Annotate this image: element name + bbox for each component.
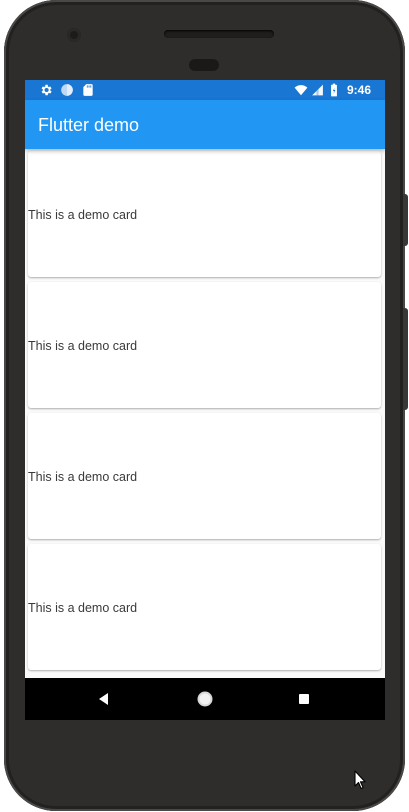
app-bar: Flutter demo <box>25 100 385 149</box>
demo-card[interactable]: This is a demo card <box>28 151 381 277</box>
home-icon[interactable] <box>192 686 218 712</box>
power-button <box>403 194 408 246</box>
app-title: Flutter demo <box>38 115 140 135</box>
card-text: This is a demo card <box>28 470 138 484</box>
card-text: This is a demo card <box>28 601 138 615</box>
wifi-icon <box>294 85 308 96</box>
demo-card[interactable]: This is a demo card <box>28 544 381 670</box>
card-text: This is a demo card <box>28 339 138 353</box>
status-bar: 9:46 <box>25 80 385 100</box>
sync-icon <box>61 84 73 96</box>
front-camera <box>67 28 81 42</box>
recents-icon[interactable] <box>291 686 317 712</box>
cell-signal-icon <box>312 84 323 96</box>
proximity-sensor <box>189 59 219 71</box>
status-time: 9:46 <box>346 83 371 97</box>
sd-card-icon <box>83 84 93 96</box>
card-text: This is a demo card <box>28 208 138 222</box>
settings-icon <box>41 84 52 96</box>
phone-screen: 9:46 Flutter demo This is a demo card Th… <box>25 80 385 720</box>
device-stage: 9:46 Flutter demo This is a demo card Th… <box>0 0 409 812</box>
demo-card[interactable]: This is a demo card <box>28 282 381 408</box>
earpiece-speaker <box>164 30 274 38</box>
card-list[interactable]: This is a demo card This is a demo card … <box>25 149 385 678</box>
navigation-bar <box>25 678 385 720</box>
back-icon[interactable] <box>92 686 118 712</box>
mouse-cursor-icon <box>354 770 366 790</box>
demo-card[interactable]: This is a demo card <box>28 413 381 539</box>
volume-button <box>403 308 408 410</box>
battery-icon <box>331 83 337 97</box>
